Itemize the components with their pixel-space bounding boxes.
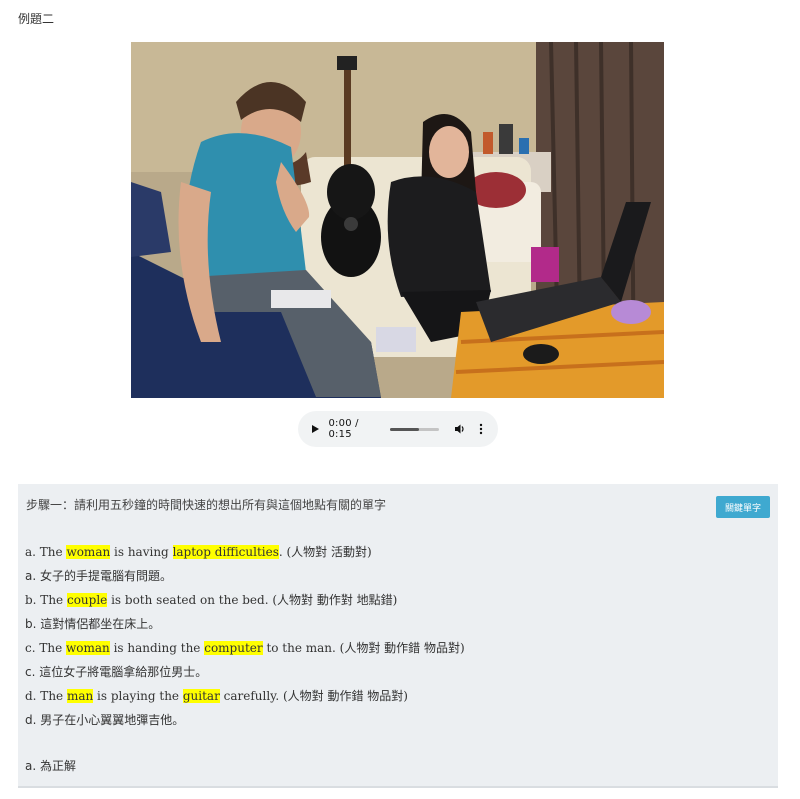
option-text: a. 女子的手提電腦有問題。 (25, 569, 172, 583)
option-text: d. 男子在小心翼翼地彈吉他。 (25, 713, 185, 727)
option-line: a. 女子的手提電腦有問題。 (25, 567, 172, 584)
highlighted-keyword: guitar (182, 689, 220, 703)
scene-photo (131, 42, 664, 398)
highlighted-keyword: computer (204, 641, 263, 655)
page-title: 例題二 (18, 12, 55, 26)
highlighted-keyword: laptop difficulties (172, 545, 279, 559)
option-text: b. 這對情侶都坐在床上。 (25, 617, 161, 631)
option-text: to the man. (人物對 動作錯 物品對) (262, 641, 465, 655)
answer-text: a. 為正解 (25, 759, 76, 773)
option-line: d. The man is playing the guitar careful… (25, 687, 408, 704)
option-text: is having (110, 545, 173, 559)
audio-progress-bar[interactable] (390, 427, 439, 431)
option-line: b. The couple is both seated on the bed.… (25, 591, 397, 608)
step-instruction: 步驟一：請利用五秒鐘的時間快速的想出所有與這個地點有關的單字 (26, 498, 387, 512)
option-text: is both seated on the bed. (人物對 動作對 地點錯) (107, 593, 398, 607)
option-text: carefully. (人物對 動作錯 物品對) (219, 689, 408, 703)
option-line: c. The woman is handing the computer to … (25, 639, 465, 656)
volume-icon[interactable] (453, 421, 468, 437)
audio-time: 0:00 / 0:15 (328, 418, 359, 440)
option-text: c. The (25, 641, 66, 655)
more-options-icon[interactable] (473, 421, 488, 437)
option-line: b. 這對情侶都坐在床上。 (25, 615, 160, 632)
option-text: is playing the (93, 689, 183, 703)
option-line: a. The woman is having laptop difficulti… (25, 543, 372, 560)
option-text: . (人物對 活動對) (278, 545, 372, 559)
option-text: d. The (25, 689, 67, 703)
exercise-panel: 步驟一：請利用五秒鐘的時間快速的想出所有與這個地點有關的單字 關鍵單字 a. T… (18, 484, 778, 788)
option-text: c. 這位女子將電腦拿給那位男士。 (25, 665, 208, 679)
play-icon[interactable] (308, 421, 323, 437)
option-line: c. 這位女子將電腦拿給那位男士。 (25, 663, 207, 680)
option-text: b. The (25, 593, 67, 607)
highlighted-keyword: couple (66, 593, 108, 607)
highlighted-keyword: woman (66, 545, 111, 559)
highlighted-keyword: woman (66, 641, 110, 655)
key-words-button[interactable]: 關鍵單字 (716, 496, 770, 518)
audio-player[interactable]: 0:00 / 0:15 (298, 411, 498, 447)
option-text: a. The (25, 545, 67, 559)
option-text: is handing the (109, 641, 205, 655)
highlighted-keyword: man (66, 689, 94, 703)
option-line: d. 男子在小心翼翼地彈吉他。 (25, 711, 184, 728)
